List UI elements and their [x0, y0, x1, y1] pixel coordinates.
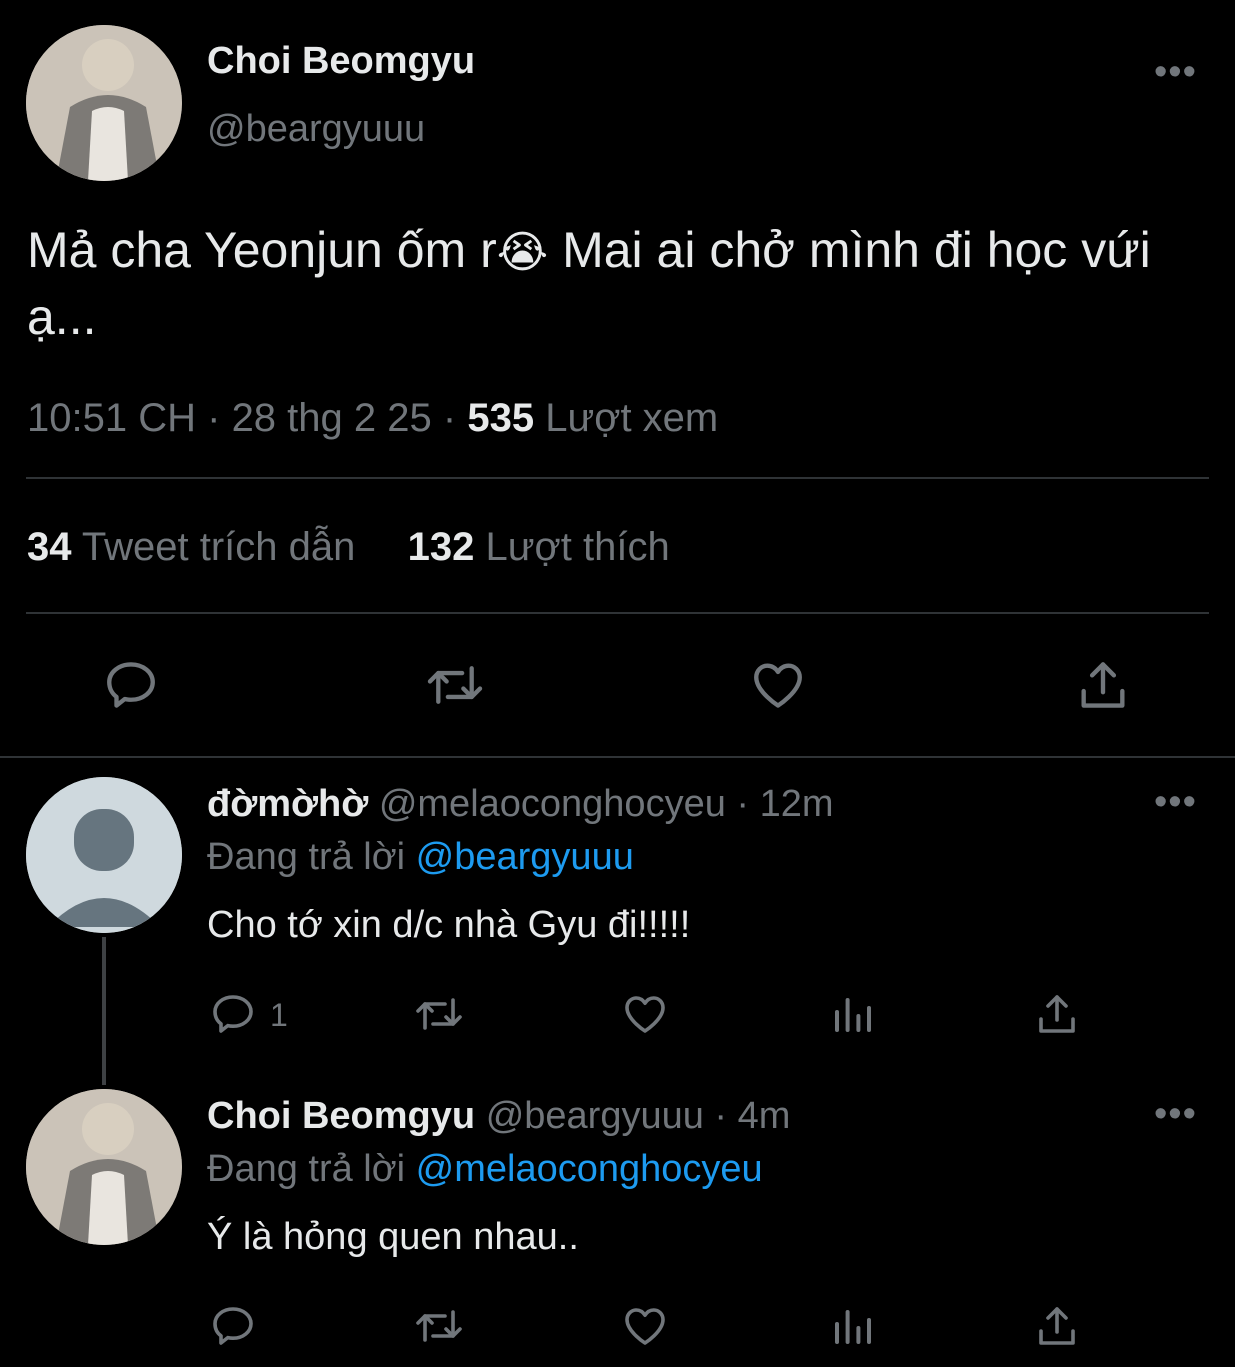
reply-text: Ý là hỏng quen nhau.. [207, 1216, 579, 1258]
replying-to-handle[interactable]: @beargyuuu [416, 836, 634, 878]
thread-line [102, 937, 106, 1085]
author-avatar[interactable] [26, 25, 182, 181]
share-icon[interactable] [1033, 990, 1081, 1038]
replying-to-handle[interactable]: @melaoconghocyeu [416, 1148, 763, 1190]
like-icon[interactable] [620, 990, 670, 1038]
tweet-meta: 10:51 CH · 28 thg 2 25 · 535 Lượt xem [27, 396, 718, 441]
like-icon[interactable] [620, 1302, 670, 1350]
likes-stat[interactable]: 132 Lượt thích [408, 525, 670, 569]
replying-label: Đang trả lời [207, 1148, 406, 1190]
analytics-icon[interactable] [829, 1302, 877, 1350]
reply-author-avatar[interactable] [26, 777, 182, 933]
reply-icon[interactable] [102, 656, 160, 714]
quote-tweets-stat[interactable]: 34 Tweet trích dẫn [27, 525, 367, 569]
more-options-icon[interactable]: ••• [1154, 783, 1197, 821]
reply-text: Cho tớ xin d/c nhà Gyu đi!!!!! [207, 904, 691, 946]
meta-separator: · [207, 396, 221, 440]
reply-time[interactable]: · 4m [714, 1095, 790, 1137]
reply-count: 1 [270, 997, 288, 1033]
more-options-icon[interactable]: ••• [1154, 53, 1197, 91]
tweet-text: Mả cha Yeonjun ốm r😭 Mai ai chở mình đi … [27, 218, 1217, 349]
reply-header: đờmờhờ @melaoconghocyeu · 12m [207, 783, 834, 826]
replying-label: Đang trả lời [207, 836, 406, 878]
tweet-stats: 34 Tweet trích dẫn 132 Lượt thích [27, 525, 670, 570]
more-options-icon[interactable]: ••• [1154, 1095, 1197, 1133]
divider [26, 477, 1209, 479]
default-profile-icon [26, 777, 182, 933]
retweet-icon[interactable] [413, 1302, 465, 1350]
reply-author-handle[interactable]: @melaoconghocyeu [379, 783, 726, 825]
like-count: 132 [407, 525, 475, 569]
reply-icon[interactable] [209, 1302, 257, 1350]
divider [26, 612, 1209, 614]
reply-author-name[interactable]: đờmờhờ [207, 783, 368, 825]
tweet-date[interactable]: 28 thg 2 25 [232, 396, 432, 440]
tweet-time[interactable]: 10:51 CH [27, 396, 196, 440]
reply-author-avatar[interactable] [26, 1089, 182, 1245]
quote-label: Tweet trích dẫn [81, 525, 356, 569]
view-label: Lượt xem [545, 396, 719, 440]
view-count: 535 [467, 396, 535, 440]
reply-author-name[interactable]: Choi Beomgyu [207, 1095, 475, 1137]
tweet-text-part1: Mả cha Yeonjun ốm r [27, 222, 497, 278]
replying-to: Đang trả lời @melaoconghocyeu [207, 1148, 763, 1191]
share-icon[interactable] [1033, 1302, 1081, 1350]
section-divider [0, 756, 1235, 758]
author-handle[interactable]: @beargyuuu [207, 108, 425, 151]
avatar-photo-icon [26, 1089, 182, 1245]
reply-time[interactable]: · 12m [736, 783, 833, 825]
replying-to: Đang trả lời @beargyuuu [207, 836, 634, 879]
reply-header: Choi Beomgyu @beargyuuu · 4m [207, 1095, 790, 1138]
reply-author-handle[interactable]: @beargyuuu [486, 1095, 704, 1137]
reply-icon[interactable] [209, 990, 257, 1038]
crying-face-emoji-icon: 😭 [496, 228, 549, 277]
avatar-photo-icon [26, 25, 182, 181]
like-label: Lượt thích [485, 525, 670, 569]
quote-count: 34 [27, 525, 72, 569]
meta-separator: · [442, 396, 457, 440]
retweet-icon[interactable] [424, 656, 486, 714]
like-icon[interactable] [748, 656, 808, 714]
author-name[interactable]: Choi Beomgyu [207, 40, 475, 83]
analytics-icon[interactable] [829, 990, 877, 1038]
retweet-icon[interactable] [413, 990, 465, 1038]
share-icon[interactable] [1074, 656, 1132, 714]
